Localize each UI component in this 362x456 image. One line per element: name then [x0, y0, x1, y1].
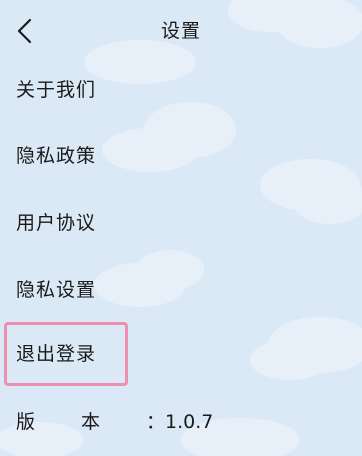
menu-item-privacy-settings[interactable]: 隐私设置: [16, 277, 96, 303]
menu-item-privacy-policy[interactable]: 隐私政策: [16, 143, 96, 169]
logout-highlight-frame: [4, 322, 128, 386]
version-value: 1.0.7: [165, 411, 214, 433]
menu-item-about-us[interactable]: 关于我们: [16, 77, 96, 103]
version-colon: ：: [146, 411, 166, 433]
page-title: 设置: [160, 20, 201, 42]
version-row: 版本 ： 1.0.7: [16, 409, 213, 435]
version-label: 版本: [16, 411, 147, 433]
menu-item-user-agreement[interactable]: 用户协议: [16, 210, 96, 236]
header-bar: 设置: [0, 0, 362, 62]
